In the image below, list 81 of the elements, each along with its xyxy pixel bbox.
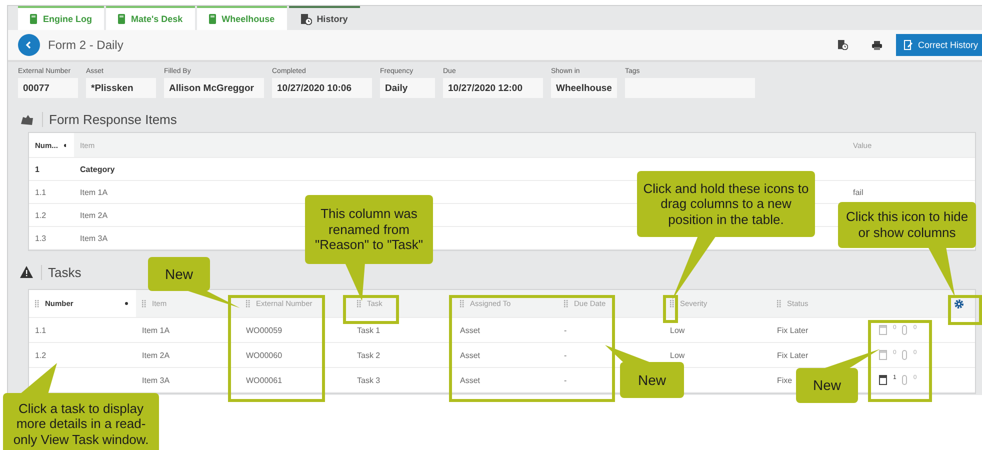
hands-icon [20,114,34,124]
drag-handle-icon[interactable] [142,300,146,308]
book-clock-icon [300,14,312,24]
table-cell-text: Task 3 [356,376,380,384]
table-cell-text: Asset [459,350,480,360]
paperclip-icon[interactable] [902,325,908,335]
callout: New [796,368,858,403]
table-cell-text: 1.2 [34,210,46,220]
drag-handle-icon[interactable] [357,300,361,308]
table-cell-text: Low [669,326,685,334]
field-value: Wheelhouse [551,78,617,98]
printer-icon[interactable] [872,40,882,50]
table-cell-text: - [563,376,567,384]
field-value: 10/27/2020 10:06 [272,78,372,98]
callout-pointer [345,263,365,301]
callout-pointer [672,236,716,300]
table-cell-text: 1.2 [34,350,46,360]
field-value: 00077 [18,78,78,98]
chevron-left-icon [25,41,33,49]
field-value: Allison McGreggor [164,78,264,98]
callout: This column was renamed from "Reason" to "Task" [305,195,433,264]
table-cell-text: 1.1 [34,188,46,196]
callout-pointer [20,363,57,394]
table-cell-text: Task 2 [356,350,380,360]
back-button[interactable] [18,34,40,56]
form-title: Form 2 - Daily [48,38,124,52]
table-cell-text: Item 2A [141,350,170,360]
table-cell-text: WO00059 [245,326,282,334]
table-cell-text: Category [79,164,115,174]
book-icon [118,14,126,24]
table-cell-text: Low [669,350,685,360]
table-cell-text: Fix Later [776,350,808,360]
table-cell-text: 1.1 [34,326,46,334]
table-cell-text: 1 [34,164,40,174]
book-icon [208,14,217,24]
edit-icon [904,40,913,50]
table-cell-text: - [563,326,567,334]
highlight-frame [663,295,678,323]
drag-handle-icon[interactable] [564,300,568,308]
table-cell-text: fail [852,188,864,196]
table-cell-text: Fix Later [776,326,808,334]
book-icon [30,14,38,24]
comment-icon[interactable] [879,375,887,385]
paperclip-icon[interactable] [902,375,908,385]
table-cell-text: Item 1A [141,326,170,334]
book-clock-icon [838,40,848,50]
table-cell-text: Fixe [776,376,792,384]
table-cell-text: Task 1 [356,326,380,334]
highlight-frame [343,295,399,324]
table-cell-text: Item 3A [79,234,108,242]
tab[interactable]: Wheelhouse [196,6,287,30]
sort-indicator-icon[interactable] [125,302,128,305]
drag-handle-icon[interactable] [777,300,781,308]
table-cell-text: Item 1A [79,188,108,196]
drag-handle-icon[interactable] [246,300,250,308]
section-title: Tasks [41,264,82,280]
history-icon-button[interactable] [838,40,848,50]
table-cell-text: Item 2A [79,210,108,220]
table-cell-text: Asset [459,376,480,384]
table-cell-text: Asset [459,326,480,334]
drag-handle-icon[interactable] [35,300,39,308]
warning-icon [20,266,33,278]
drag-handle-icon[interactable] [460,300,464,308]
table-cell-text: WO00060 [245,350,282,360]
callout-pointer [928,247,955,297]
tab[interactable]: Mate's Desk [106,6,195,30]
table-cell-text: - [563,350,567,360]
table-cell-text: Item 3A [141,376,170,384]
table-cell-text: WO00061 [245,376,282,384]
table-cell-text: 1.3 [34,234,46,242]
paperclip-icon[interactable] [902,350,908,360]
settings-icon[interactable] [954,298,964,308]
field-value: *Plissken [86,78,156,98]
field-value: Daily [380,78,435,98]
correct-history-button[interactable]: Correct History [896,34,982,56]
drag-handle-icon[interactable] [670,300,674,308]
section-title: Form Response Items [42,112,177,126]
field-value: 10/27/2020 12:00 [443,78,543,98]
sort-indicator-icon[interactable] [64,144,66,146]
tab[interactable]: Engine Log [18,6,104,30]
highlight-frame [948,295,982,325]
